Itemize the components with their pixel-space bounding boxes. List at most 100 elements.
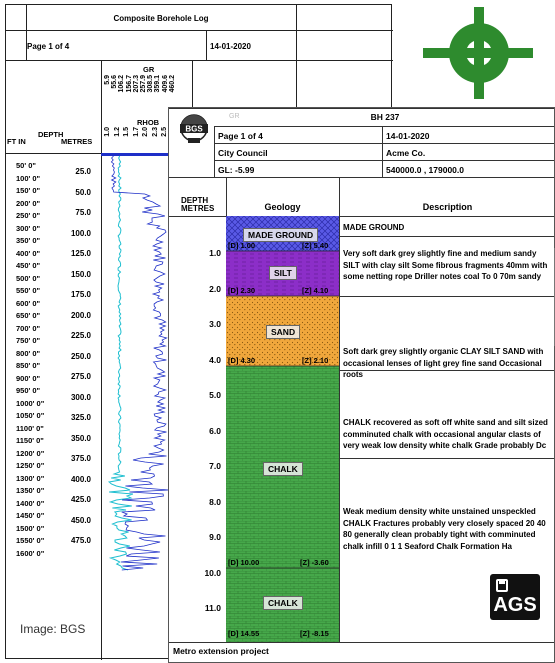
metre-depth-tick: 75.0	[75, 208, 91, 217]
bgs-page-number: Page 1 of 4	[218, 131, 263, 141]
sample-level: [Z] -3.60	[300, 558, 329, 567]
stratum-label-chalk: CHALK	[263, 462, 303, 476]
ft-depth-tick: 900' 0"	[16, 373, 41, 383]
sample-depth: [D] 14.55	[228, 629, 260, 638]
sample-level: [Z] 5.40	[302, 241, 329, 250]
geology-header: Geology	[264, 202, 301, 212]
sample-level: [Z] -8.15	[300, 629, 329, 638]
metre-depth-tick: 100.0	[70, 228, 91, 238]
ground-level: GL: -5.99	[218, 165, 255, 175]
bgs-depth-tick: 2.0	[209, 283, 221, 294]
image-credit: Image: BGS	[20, 622, 86, 636]
composite-rhob-label: RHOB	[137, 118, 160, 127]
rhob-scale-tick: 2.0	[142, 127, 149, 137]
ft-depth-tick: 350' 0"	[16, 236, 41, 245]
gr-scale-tick: 257.9	[140, 75, 147, 93]
gr-scale-tick: 106.2	[118, 75, 126, 93]
stratum-label-made-ground: MADE GROUND	[243, 228, 319, 242]
composite-metres-header: METRES	[61, 137, 93, 146]
metre-depth-tick: 250.0	[70, 351, 91, 361]
ft-depth-tick: 250' 0"	[16, 211, 41, 220]
metre-depth-tick: 150.0	[70, 269, 91, 279]
ft-depth-tick: 950' 0"	[16, 386, 41, 395]
bgs-depth-tick: 4.0	[209, 354, 221, 365]
metre-depth-tick: 275.0	[70, 372, 91, 381]
ft-depth-tick: 1350' 0"	[16, 486, 45, 495]
rhob-trace	[107, 155, 134, 571]
description-clay-silt-sand: Soft dark grey slightly organic CLAY SIL…	[343, 347, 544, 379]
bgs-depth-tick: 8.0	[209, 496, 221, 507]
bgs-depth-tick: 7.0	[209, 461, 221, 471]
ft-depth-tick: 850' 0"	[16, 361, 41, 370]
composite-date: 14-01-2020	[210, 42, 251, 51]
ft-depth-tick: 800' 0"	[16, 348, 41, 358]
metre-depth-tick: 175.0	[70, 290, 91, 299]
metre-depth-tick: 225.0	[70, 331, 91, 340]
ft-depth-tick: 450' 0"	[16, 261, 41, 270]
rhob-scale-tick: 2.5	[161, 127, 168, 137]
ft-depth-tick: 50' 0"	[16, 161, 36, 170]
ft-depth-tick: 300' 0"	[16, 223, 41, 233]
gr-scale-tick: 409.6	[161, 75, 169, 93]
ft-depth-tick: 1600' 0"	[16, 548, 45, 558]
project-name: Metro extension project	[173, 646, 269, 656]
description-silt: Very soft dark grey slightly fine and me…	[343, 249, 548, 281]
ft-depth-tick: 1400' 0"	[16, 498, 45, 508]
bgs-date: 14-01-2020	[386, 131, 430, 141]
bgs-metres-header: METRES	[181, 204, 215, 213]
ghost-gr-label: GR	[229, 113, 240, 120]
description-made-ground: MADE GROUND	[343, 223, 405, 232]
brand-crosshair-logo	[423, 7, 533, 99]
description-chalk-lower: Weak medium density white unstained unsp…	[343, 507, 546, 551]
bgs-depth-tick: 3.0	[209, 319, 221, 329]
metre-depth-tick: 350.0	[70, 433, 91, 443]
bgs-depth-tick: 6.0	[209, 425, 221, 436]
composite-page-number: Page 1 of 4	[27, 42, 70, 51]
sample-depth: [D] 2.30	[228, 286, 256, 295]
stratum-label-chalk-lower: CHALK	[263, 596, 303, 610]
borehole-id: BH 237	[370, 112, 400, 122]
gr-scale-tick: 460.2	[168, 75, 176, 93]
bgs-depth-tick: 9.0	[209, 532, 221, 542]
ags-logo-text: AGS	[493, 594, 537, 616]
ft-depth-tick: 650' 0"	[16, 311, 41, 320]
bgs-logo-text: BGS	[185, 125, 203, 134]
ft-depth-tick: 1050' 0"	[16, 411, 45, 420]
bgs-depth-tick: 10.0	[204, 567, 221, 578]
sample-level: [Z] 2.10	[302, 356, 329, 365]
bgs-logo: BGS	[180, 114, 208, 143]
metre-depth-tick: 325.0	[70, 413, 91, 422]
rhob-scale-tick: 1.7	[132, 127, 140, 137]
gr-scale-tick: 359.1	[154, 75, 162, 93]
ft-depth-tick: 200' 0"	[16, 198, 41, 208]
coordinates: 540000.0 , 179000.0	[386, 165, 464, 175]
ft-depth-tick: 750' 0"	[16, 336, 41, 345]
ft-depth-tick: 1450' 0"	[16, 511, 45, 520]
sample-level: [Z] 4.10	[302, 286, 329, 295]
ft-depth-tick: 600' 0"	[16, 298, 41, 308]
ft-depth-tick: 100' 0"	[16, 173, 41, 183]
metre-depth-tick: 50.0	[75, 187, 91, 197]
ft-depth-tick: 550' 0"	[16, 286, 41, 295]
ft-depth-tick: 1550' 0"	[16, 536, 45, 545]
ft-depth-tick: 1250' 0"	[16, 461, 45, 470]
ft-depth-tick: 1500' 0"	[16, 523, 45, 533]
ft-depth-tick: 1300' 0"	[16, 473, 45, 483]
metre-depth-tick: 125.0	[70, 249, 91, 258]
ft-depth-tick: 1000' 0"	[16, 398, 45, 408]
metre-depth-tick: 300.0	[70, 392, 91, 402]
stratum-label-silt: SILT	[269, 266, 297, 280]
contractor-name: Acme Co.	[386, 148, 426, 158]
gr-scale-tick: 5.9	[104, 75, 111, 85]
metre-depth-tick: 400.0	[70, 474, 91, 484]
ags-logo: AGS	[490, 574, 540, 620]
ft-depth-tick: 1100' 0"	[16, 423, 44, 433]
metre-depth-tick: 375.0	[70, 454, 91, 463]
gr-scale-tick: 156.7	[125, 75, 133, 93]
metre-depth-tick: 425.0	[70, 495, 91, 504]
description-chalk-upper: CHALK recovered as soft off white sand a…	[343, 418, 548, 450]
bgs-depth-tick: 11.0	[204, 603, 221, 613]
ft-depth-tick: 400' 0"	[16, 248, 41, 258]
sample-depth: [D] 4.30	[228, 356, 256, 365]
ft-depth-tick: 150' 0"	[16, 186, 41, 195]
